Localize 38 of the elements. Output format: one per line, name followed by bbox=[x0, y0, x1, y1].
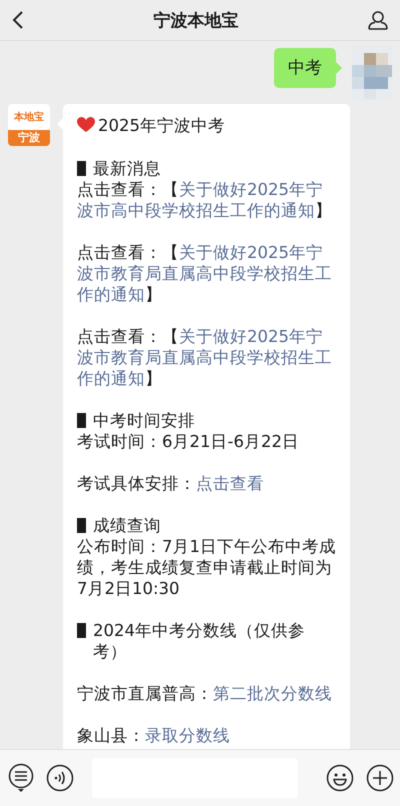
link[interactable]: 第二批次分数线 bbox=[213, 684, 332, 703]
menu-icon[interactable] bbox=[8, 763, 34, 793]
message-paragraph: 点击查看：【关于做好2025年宁 波市教育局直属高中段学校招生工 作的通知】 bbox=[77, 242, 333, 305]
section-heading: 2024年中考分数线（仅供参考） bbox=[93, 620, 306, 662]
logo-text: 宁波 bbox=[8, 130, 50, 146]
chat-title: 宁波本地宝 bbox=[154, 10, 238, 32]
heading-marker-icon bbox=[77, 161, 86, 176]
emoji-icon[interactable] bbox=[326, 764, 354, 792]
message-paragraph: 考试时间：6月21日-6月22日 bbox=[77, 431, 300, 452]
message-paragraph: 考试具体安排：点击查看 bbox=[77, 473, 265, 494]
link[interactable]: 关于做好2025年宁 bbox=[179, 180, 323, 199]
back-icon[interactable] bbox=[12, 10, 24, 30]
link[interactable]: 波市教育局直属高中段学校招生工 bbox=[77, 264, 332, 283]
link[interactable]: 关于做好2025年宁 bbox=[179, 243, 323, 262]
logo-text: 本地宝 bbox=[12, 110, 45, 125]
profile-icon[interactable] bbox=[368, 10, 388, 30]
message-paragraph: 点击查看：【关于做好2025年宁 波市教育局直属高中段学校招生工 作的通知】 bbox=[77, 326, 333, 389]
heading-marker-icon bbox=[77, 518, 86, 533]
link[interactable]: 波市高中段学校招生工作的通知 bbox=[77, 201, 315, 220]
message-paragraph: 宁波市直属普高：第二批次分数线 bbox=[77, 683, 333, 704]
link[interactable]: 作的通知 bbox=[77, 369, 145, 388]
section-heading: 成绩查询 bbox=[93, 515, 161, 536]
message-paragraph: 象山县：录取分数线 bbox=[77, 725, 231, 746]
link[interactable]: 波市教育局直属高中段学校招生工 bbox=[77, 348, 332, 367]
voice-icon[interactable] bbox=[46, 764, 74, 792]
heading-marker-icon bbox=[77, 413, 86, 428]
section-heading: 最新消息 bbox=[93, 158, 161, 179]
message-title: 2025年宁波中考 bbox=[98, 114, 225, 136]
add-icon[interactable] bbox=[366, 764, 394, 792]
heart-icon bbox=[77, 117, 95, 133]
heading-marker-icon bbox=[77, 623, 86, 638]
link[interactable]: 录取分数线 bbox=[145, 726, 230, 745]
link[interactable]: 点击查看 bbox=[196, 474, 264, 493]
section-heading: 中考时间安排 bbox=[93, 410, 195, 431]
message-paragraph: 点击查看：【关于做好2025年宁 波市高中段学校招生工作的通知】 bbox=[77, 179, 333, 221]
message-paragraph: 公布时间：7月1日下午公布中考成绩，考生成绩复查申请截止时间为7月2日10:30 bbox=[77, 536, 336, 599]
link[interactable]: 关于做好2025年宁 bbox=[179, 327, 323, 346]
link[interactable]: 作的通知 bbox=[77, 285, 145, 304]
